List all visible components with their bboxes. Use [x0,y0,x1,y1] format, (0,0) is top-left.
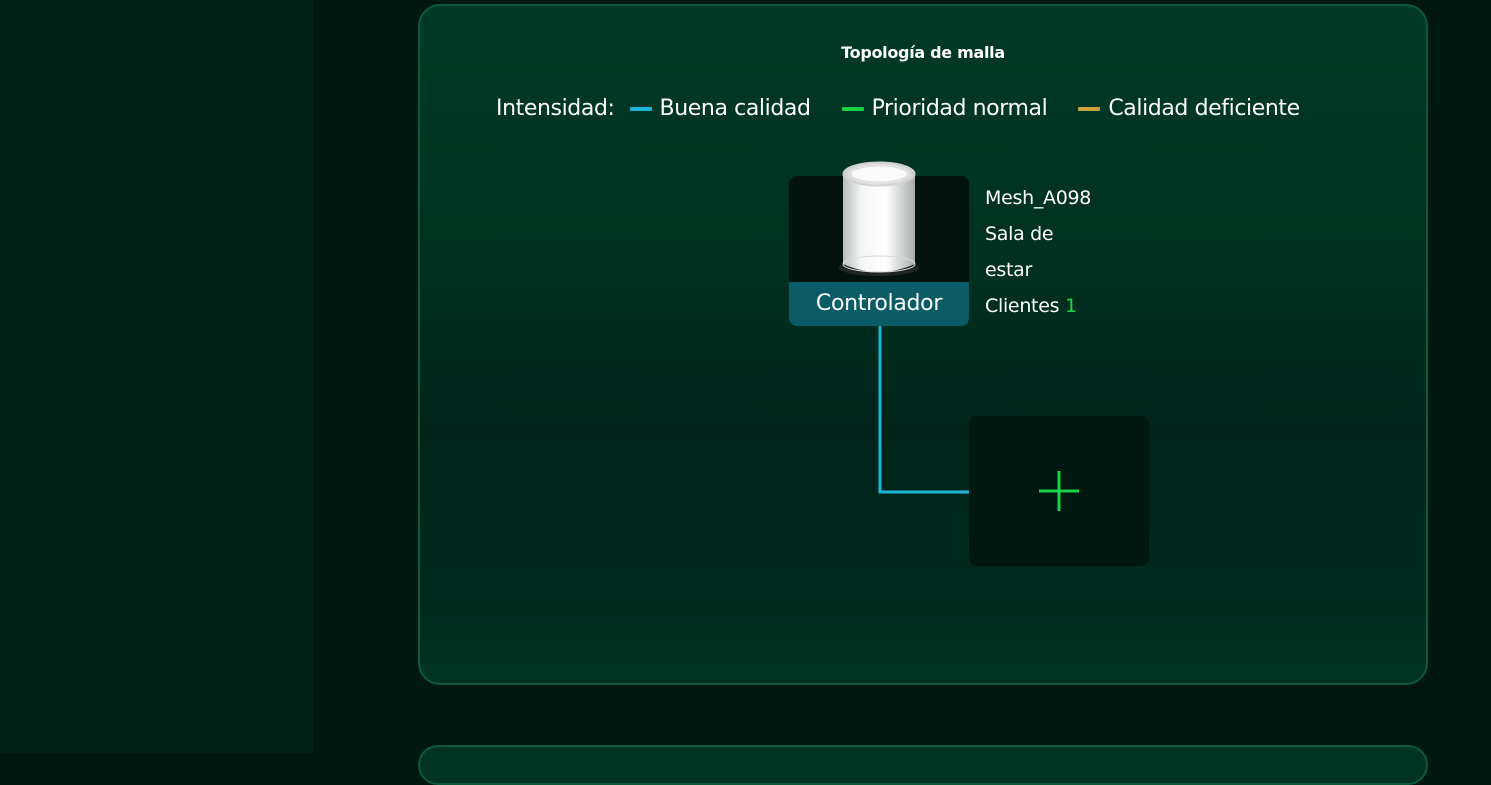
clients-count: 1 [1064,295,1077,317]
node-location-line1: Sala de [985,223,1054,245]
next-card [418,745,1428,785]
clients-label: Clientes [985,295,1060,317]
mesh-router-icon [839,161,919,276]
sidebar [0,0,313,753]
node-clients: Clientes 1 [985,288,1115,324]
controller-node[interactable]: Controlador [789,161,969,326]
plus-icon [1039,471,1079,511]
node-role-label: Controlador [789,282,969,326]
connection-line [878,326,969,494]
node-name: Mesh_A098 [985,187,1092,209]
node-location-line2: estar [985,259,1032,281]
controller-info: Mesh_A098 Sala de estar Clientes 1 [985,180,1115,324]
mesh-topology-card: Topología de malla Intensidad: Buena cal… [418,4,1428,685]
add-mesh-node-button[interactable] [969,416,1149,566]
